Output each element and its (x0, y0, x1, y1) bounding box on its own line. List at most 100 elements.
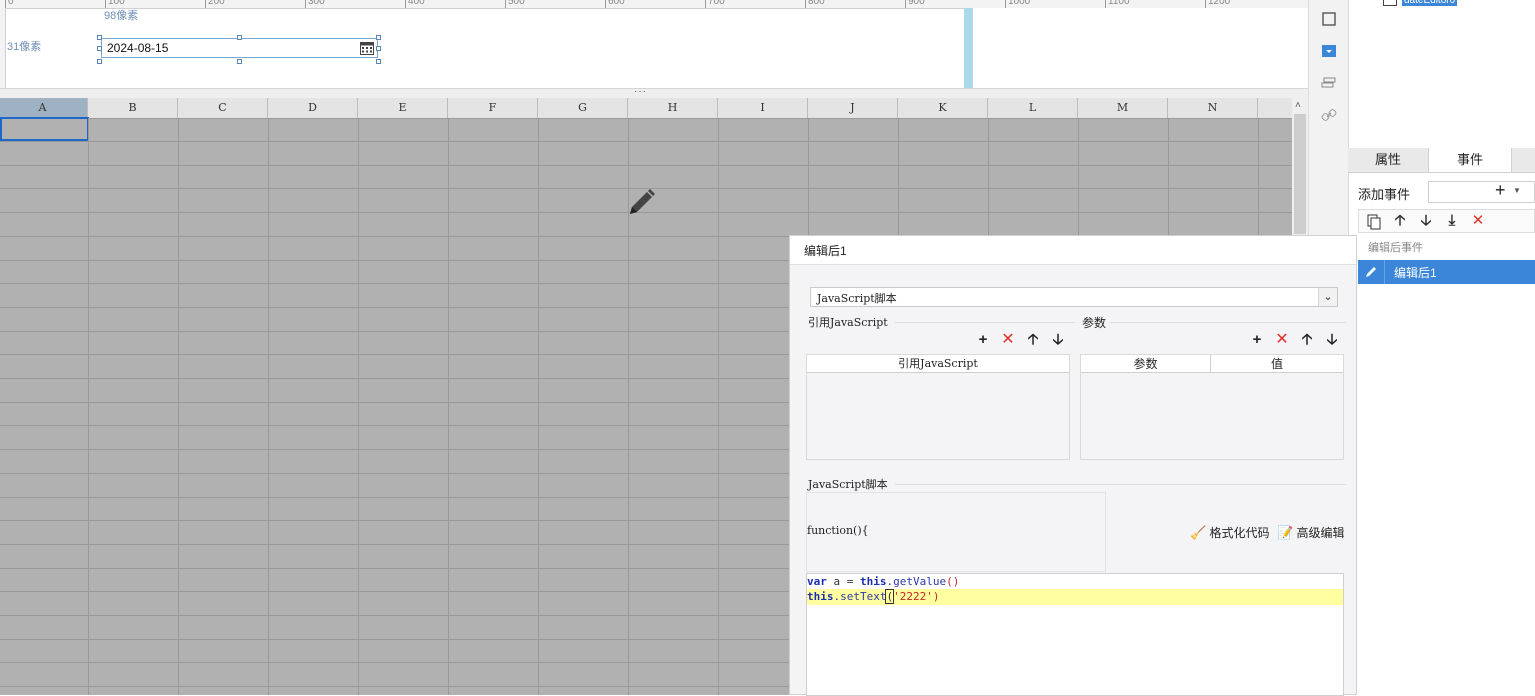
tree-node-label: dateEditor0 (1402, 0, 1458, 6)
event-editor-dialog: 编辑后1 JavaScript脚本 ⌄ 引用JavaScript + ✕ 🡡 🡣… (789, 235, 1357, 696)
resize-handle[interactable] (97, 35, 102, 40)
event-list-item[interactable]: 编辑后1 (1358, 260, 1535, 284)
move-to-bottom-icon[interactable]: ⤓ (1443, 212, 1461, 230)
grid-line-vertical (538, 118, 539, 695)
column-header-g[interactable]: G (538, 98, 628, 118)
ruler-tick (5, 0, 6, 8)
property-panel (1348, 0, 1535, 695)
column-header-k[interactable]: K (898, 98, 988, 118)
date-editor-widget[interactable]: 2024-08-15 (101, 38, 378, 58)
add-event-dropdown[interactable]: + ▼ (1428, 180, 1535, 203)
move-up-icon[interactable]: 🡡 (1298, 331, 1316, 349)
edit-note-icon: 📝 (1277, 525, 1294, 540)
ruler-tick (205, 0, 206, 8)
ruler-tick-label: 600 (608, 0, 625, 7)
square-icon[interactable] (1321, 11, 1337, 27)
resize-handle[interactable] (376, 59, 381, 64)
code-editor[interactable]: var a = this.getValue() this.setText('22… (806, 573, 1344, 696)
event-group-label: 编辑后事件 (1368, 242, 1423, 254)
add-icon[interactable]: + (974, 331, 992, 349)
ruler-tick (605, 0, 606, 8)
param-column-header[interactable]: 参数 (1081, 355, 1211, 373)
column-header-row: ABCDEFGHIJKLMN (0, 98, 1292, 119)
link-icon[interactable] (1321, 107, 1337, 123)
ruler-tick-label: 0 (8, 0, 14, 7)
ruler-tick-label: 500 (508, 0, 525, 7)
design-canvas[interactable]: 0 100 200 300 400 500 600 700 800 900 1000 1100 1200… (0, 0, 1308, 88)
delete-icon[interactable]: ✕ (999, 331, 1017, 349)
resize-handle[interactable] (237, 35, 242, 40)
column-header-m[interactable]: M (1078, 98, 1168, 118)
column-header-b[interactable]: B (88, 98, 178, 118)
column-header-h[interactable]: H (628, 98, 718, 118)
copy-icon[interactable] (1365, 212, 1383, 230)
resize-handle[interactable] (97, 46, 102, 51)
tab-properties[interactable]: 属性 (1348, 148, 1428, 172)
scrollbar-thumb[interactable] (1294, 114, 1306, 234)
edit-icon (1358, 260, 1385, 284)
left-offset-label: 31像素 (7, 41, 42, 53)
code-line: var a = this.getValue() (807, 575, 960, 588)
resize-handle[interactable] (97, 59, 102, 64)
ref-js-column-header[interactable]: 引用JavaScript (807, 355, 1069, 373)
vertical-ruler (0, 8, 6, 88)
column-header-d[interactable]: D (268, 98, 358, 118)
grid-line-vertical (178, 118, 179, 695)
params-table[interactable]: 参数 值 (1080, 354, 1344, 460)
ruler-tick-label: 1100 (1108, 0, 1130, 7)
column-header-n[interactable]: N (1168, 98, 1258, 118)
canvas-outside-area (973, 8, 1308, 88)
format-code-button[interactable]: 🧹 格式化代码 (1190, 524, 1270, 541)
selected-cell[interactable] (0, 117, 89, 141)
column-header-e[interactable]: E (358, 98, 448, 118)
dropdown-widget-icon[interactable] (1321, 43, 1337, 59)
grid-line-vertical (88, 118, 89, 695)
calendar-icon (1383, 0, 1397, 6)
column-header-a[interactable]: A (0, 98, 88, 118)
move-up-icon[interactable]: 🡡 (1024, 331, 1042, 349)
tab-events[interactable]: 事件 (1428, 148, 1512, 172)
panel-tabs: 属性 事件 (1348, 148, 1535, 173)
ruler-tick-label: 800 (808, 0, 825, 7)
scroll-up-arrow-icon[interactable]: ˄ (1295, 100, 1301, 111)
tab-more[interactable] (1510, 148, 1535, 172)
event-type-select[interactable]: JavaScript脚本 ⌄ (810, 287, 1338, 307)
column-header-l[interactable]: L (988, 98, 1078, 118)
column-header-i[interactable]: I (718, 98, 808, 118)
plus-icon[interactable]: + (1495, 180, 1506, 201)
divider (895, 322, 1075, 323)
move-up-icon[interactable]: 🡡 (1391, 212, 1409, 230)
ruler-tick (1005, 0, 1006, 8)
date-value: 2024-08-15 (107, 41, 169, 55)
divider (895, 484, 1346, 485)
ruler-tick (1105, 0, 1106, 8)
splitter-grip[interactable]: ··· (634, 86, 647, 97)
ruler-tick-label: 200 (208, 0, 225, 7)
advanced-edit-button[interactable]: 📝 高级编辑 (1277, 524, 1345, 541)
column-header-j[interactable]: J (808, 98, 898, 118)
value-column-header[interactable]: 值 (1211, 355, 1343, 373)
add-icon[interactable]: + (1248, 331, 1266, 349)
chevron-down-icon[interactable]: ▼ (1513, 186, 1521, 195)
move-down-icon[interactable]: 🡣 (1049, 331, 1067, 349)
layers-icon[interactable] (1321, 75, 1337, 91)
ref-js-table[interactable]: 引用JavaScript (806, 354, 1070, 460)
grid-line-vertical (358, 118, 359, 695)
resize-handle[interactable] (376, 35, 381, 40)
move-down-icon[interactable]: 🡣 (1417, 212, 1435, 230)
column-header-c[interactable]: C (178, 98, 268, 118)
grid-line-horizontal (0, 164, 1292, 166)
move-down-icon[interactable]: 🡣 (1323, 331, 1341, 349)
resize-handle[interactable] (237, 59, 242, 64)
divider (1110, 322, 1346, 323)
script-section-title: JavaScript脚本 (808, 478, 888, 491)
delete-icon[interactable]: ✕ (1469, 212, 1487, 230)
grid-line-vertical (718, 118, 719, 695)
resize-handle[interactable] (376, 46, 381, 51)
column-header-f[interactable]: F (448, 98, 538, 118)
code-line-current: this.setText('2222') (807, 589, 1343, 605)
delete-icon[interactable]: ✕ (1273, 331, 1291, 349)
grid-line-vertical (448, 118, 449, 695)
chevron-down-icon[interactable]: ⌄ (1318, 288, 1337, 306)
calendar-icon[interactable] (359, 40, 375, 56)
